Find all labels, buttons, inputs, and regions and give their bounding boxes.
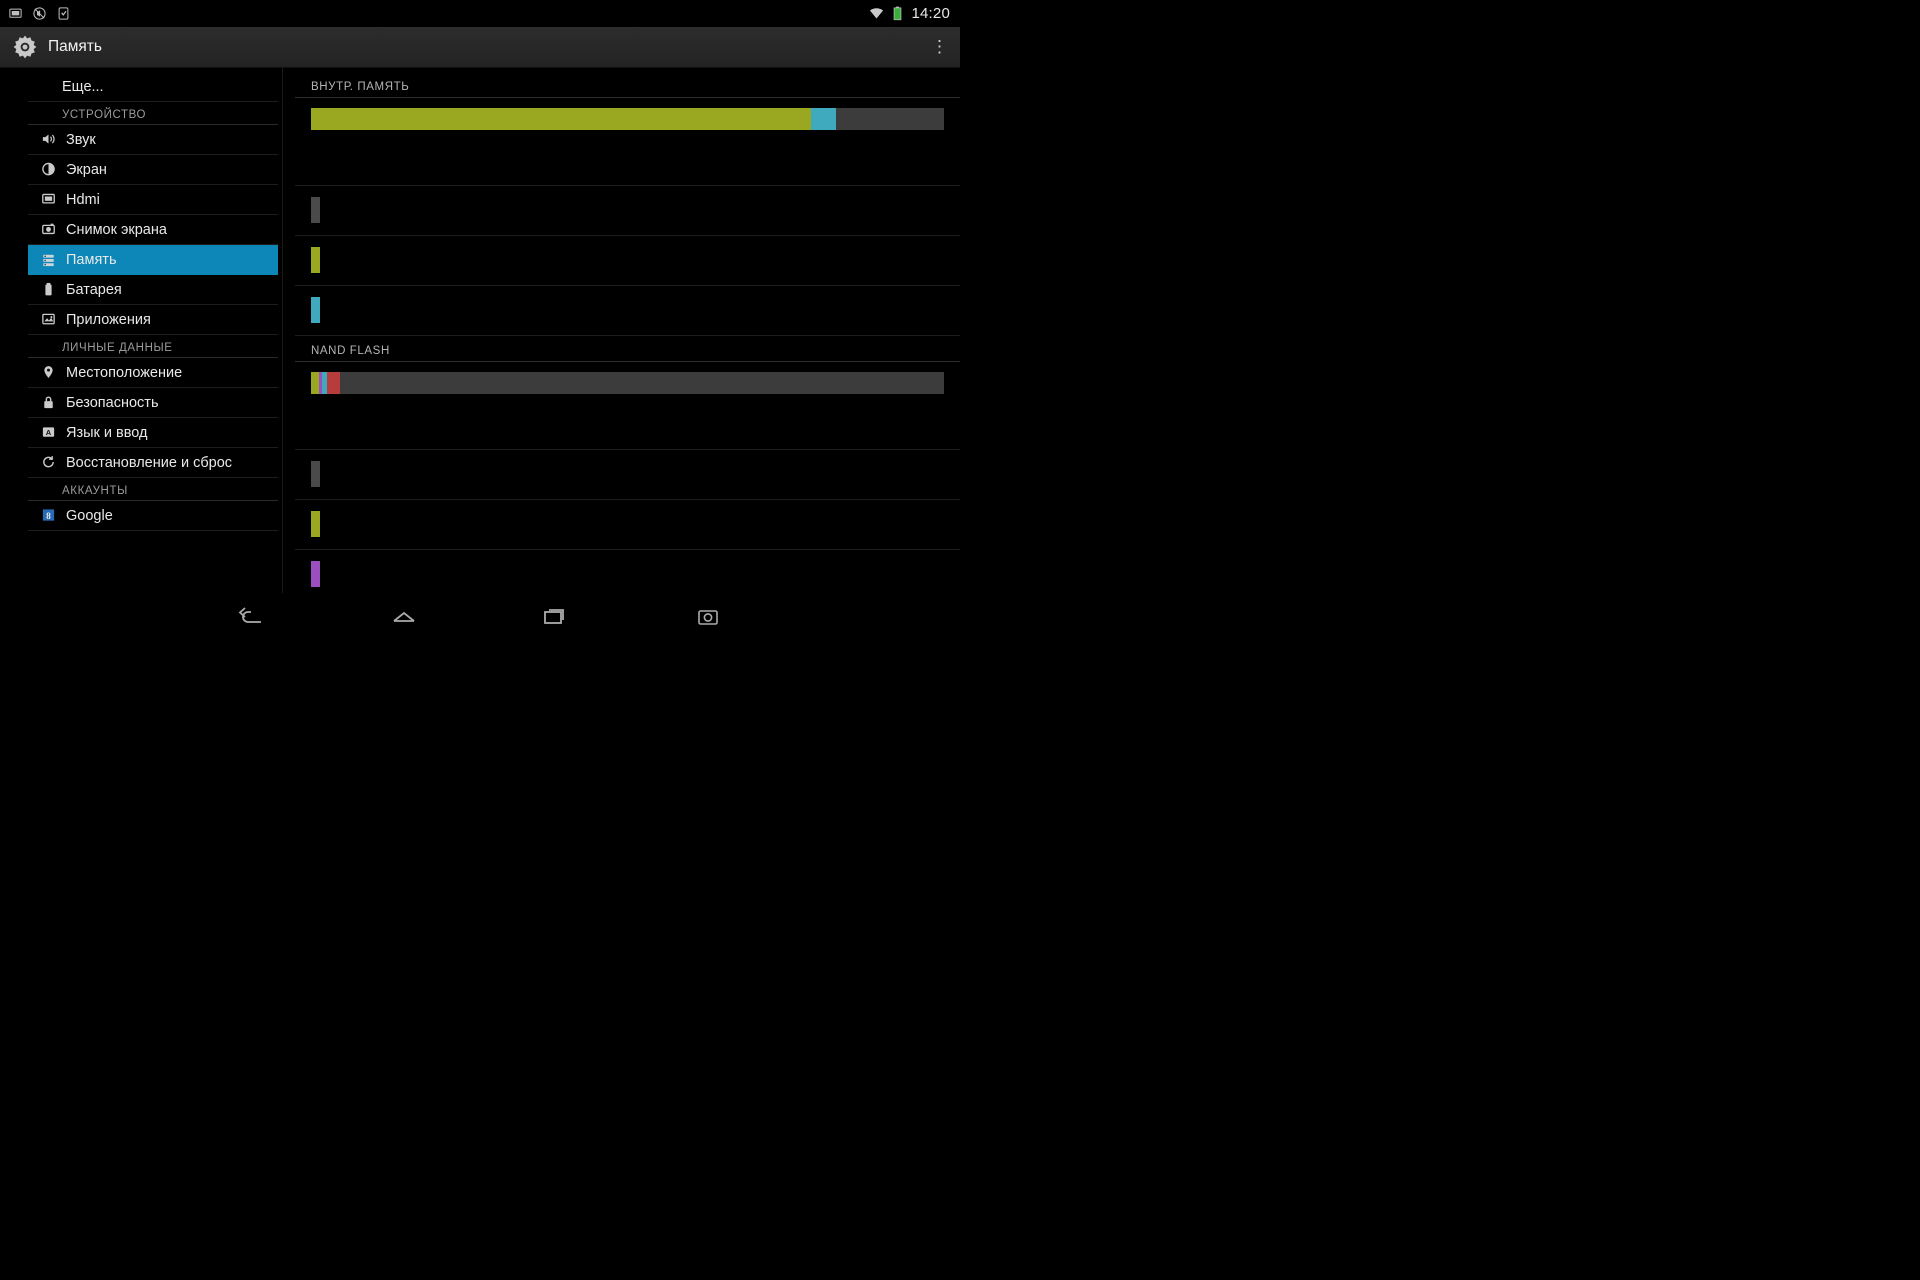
storage-row-label: Данные кэша (331, 292, 431, 309)
sidebar-item-label: Снимок экрана (66, 221, 167, 238)
sidebar-item-label: Еще... (62, 78, 104, 95)
storage-row-1-0[interactable]: Всего места 12,78 ГБ (295, 400, 960, 450)
storage-color-swatch (311, 461, 320, 487)
sidebar-item-0[interactable]: Еще... (28, 72, 278, 102)
screenshot-icon (42, 223, 55, 235)
status-bar: 14:20 (0, 0, 960, 27)
storage-row-0-0[interactable]: Всего места 0,98 ГБ (295, 136, 960, 186)
storage-row-label: Данные приложений и файлы мультимедиа (331, 506, 657, 523)
storage-row-0-2[interactable]: Данные приложений и файлы мультимедиа 838… (295, 236, 960, 286)
storage-color-swatch (311, 147, 320, 173)
sidebar-item-label: Память (66, 251, 117, 268)
storage-settings-panel: 14:20 Память ⋮ Еще... УСТРОЙСТВО Звук Экран… (0, 0, 960, 640)
storage-row-label: Доступно (331, 192, 401, 209)
lock-icon (44, 396, 53, 409)
sidebar-item-label: Hdmi (66, 191, 100, 208)
sidebar-item-label: Язык и ввод (66, 424, 148, 441)
page-title: Память (48, 38, 102, 55)
svg-text:8: 8 (46, 512, 51, 522)
storage-row-value: 52,95 МБ (331, 524, 400, 541)
hdmi-icon (42, 193, 55, 204)
storage-color-swatch (311, 411, 320, 437)
back-icon[interactable] (237, 604, 267, 630)
display-icon (42, 162, 55, 176)
sidebar-item-8[interactable]: Приложения (28, 305, 278, 335)
storage-icon (43, 254, 54, 267)
storage-row-label: Всего места (331, 406, 422, 423)
sidebar-item-13[interactable]: Восстановление и сброс (28, 448, 278, 478)
sidebar-item-12[interactable]: A Язык и ввод (28, 418, 278, 448)
sidebar-item-2[interactable]: Звук (28, 125, 278, 155)
storage-content-list: ВНУТР. ПАМЯТЬ Всего места 0,98 ГБ Доступно 2… (283, 68, 960, 593)
sidebar-section-header: УСТРОЙСТВО (28, 102, 278, 125)
navigation-bar (0, 593, 960, 640)
storage-row-label: Доступно (331, 456, 401, 473)
storage-color-swatch (311, 511, 320, 537)
sidebar-item-4[interactable]: Hdmi (28, 185, 278, 215)
storage-row-1-3[interactable]: Изображения и видео 1,27 МБ (295, 550, 960, 593)
storage-row-label: Изображения и видео (331, 556, 494, 573)
storage-row-1-2[interactable]: Данные приложений и файлы мультимедиа 52,… (295, 500, 960, 550)
sidebar-item-5[interactable]: Снимок экрана (28, 215, 278, 245)
storage-row-value: 217 МБ (331, 210, 386, 227)
google-icon: 8 (42, 509, 55, 522)
screenshot-icon[interactable] (693, 604, 723, 630)
overflow-menu-icon[interactable]: ⋮ (931, 38, 948, 55)
home-icon[interactable] (389, 604, 419, 630)
sidebar-item-10[interactable]: Местоположение (28, 358, 278, 388)
sidebar-item-11[interactable]: Безопасность (28, 388, 278, 418)
sidebar-item-label: Безопасность (66, 394, 159, 411)
clock: 14:20 (911, 5, 950, 22)
storage-row-value: 0,98 ГБ (331, 160, 386, 177)
storage-row-label: Всего места (331, 142, 422, 159)
language-icon: A (42, 427, 55, 437)
recents-icon[interactable] (541, 604, 571, 630)
storage-row-1-1[interactable]: Доступно 12,31 ГБ (295, 450, 960, 500)
sidebar-section-header: АККАУНТЫ (28, 478, 278, 501)
storage-section-header: NAND FLASH (295, 336, 960, 362)
wifi-icon (870, 8, 884, 19)
apps-icon (42, 313, 55, 325)
sidebar-item-label: Приложения (66, 311, 151, 328)
storage-row-value: 12,31 ГБ (331, 474, 395, 491)
storage-section-header: ВНУТР. ПАМЯТЬ (295, 72, 960, 98)
settings-sidebar[interactable]: Еще... УСТРОЙСТВО Звук Экран Hdmi Снимок экра… (0, 68, 283, 593)
sidebar-item-15[interactable]: 8 Google (28, 501, 278, 531)
settings-gear-icon[interactable] (12, 34, 38, 60)
storage-row-value: 41,96 МБ (331, 310, 400, 327)
screenshot-icon (9, 8, 22, 18)
sidebar-item-label: Google (66, 507, 113, 524)
storage-color-swatch (311, 197, 320, 223)
storage-row-value: 838 МБ (331, 260, 386, 277)
usb-debug-icon (58, 7, 69, 20)
storage-color-swatch (311, 297, 320, 323)
svg-text:A: A (46, 428, 52, 437)
action-bar: Память ⋮ (0, 27, 960, 68)
storage-color-swatch (311, 247, 320, 273)
sidebar-item-label: Батарея (66, 281, 122, 298)
sidebar-item-6[interactable]: Память (28, 245, 278, 275)
storage-usage-bar (311, 108, 944, 130)
storage-row-0-1[interactable]: Доступно 217 МБ (295, 186, 960, 236)
battery-icon (45, 282, 52, 296)
storage-row-value: 1,27 МБ (331, 574, 391, 591)
storage-row-0-3[interactable]: Данные кэша 41,96 МБ (295, 286, 960, 336)
storage-row-value: 12,78 ГБ (331, 424, 395, 441)
sidebar-item-7[interactable]: Батарея (28, 275, 278, 305)
storage-usage-bar (311, 372, 944, 394)
sound-icon (42, 134, 55, 144)
reset-icon (43, 456, 54, 468)
storage-color-swatch (311, 561, 320, 587)
mute-icon (33, 7, 46, 20)
battery-icon (894, 6, 902, 21)
storage-row-label: Данные приложений и файлы мультимедиа (331, 242, 657, 259)
location-icon (44, 366, 53, 378)
sidebar-item-3[interactable]: Экран (28, 155, 278, 185)
sidebar-item-label: Звук (66, 131, 96, 148)
sidebar-item-label: Экран (66, 161, 107, 178)
sidebar-item-label: Местоположение (66, 364, 183, 381)
sidebar-section-header: ЛИЧНЫЕ ДАННЫЕ (28, 335, 278, 358)
sidebar-item-label: Восстановление и сброс (66, 454, 233, 471)
